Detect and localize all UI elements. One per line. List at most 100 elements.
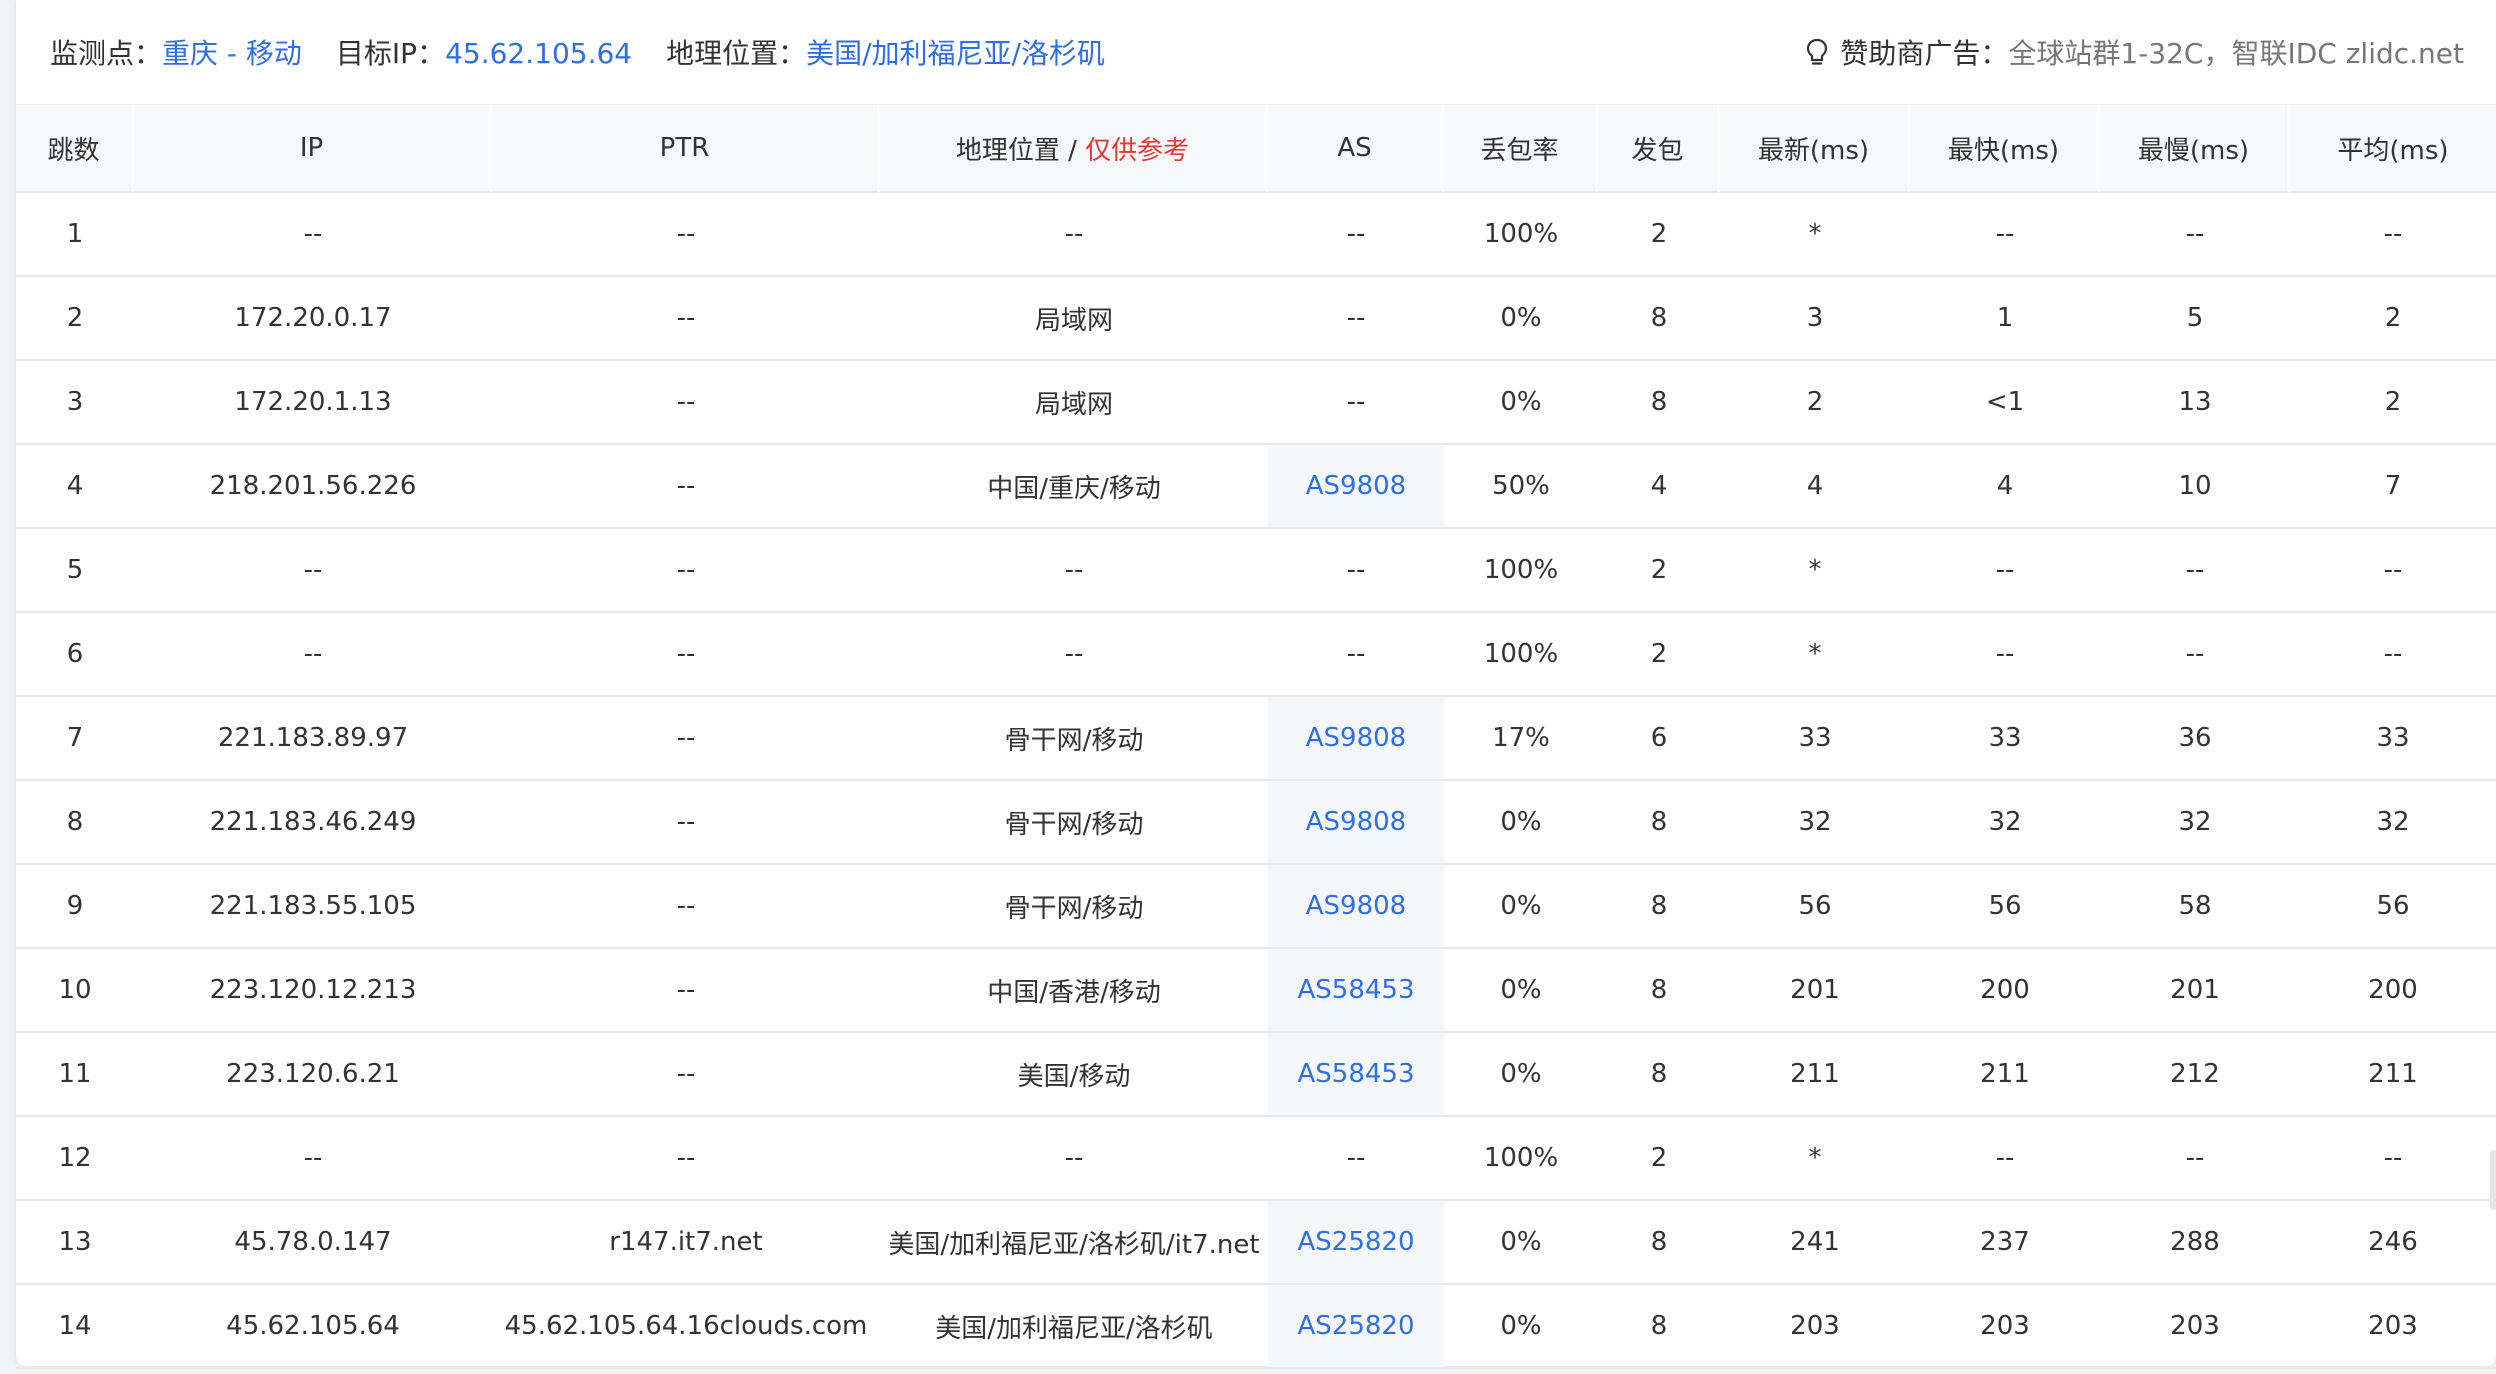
cell-geo: --	[880, 1117, 1268, 1201]
cell-ip: --	[134, 193, 492, 277]
cell-hop: 1	[16, 193, 134, 277]
cell-ptr: --	[492, 613, 880, 697]
target-geo-label: 地理位置：	[666, 37, 807, 70]
cell-last: *	[1720, 613, 1910, 697]
cell-geo: 局域网	[880, 277, 1268, 361]
cell-geo: 美国/加利福尼亚/洛杉矶/it7.net	[880, 1201, 1268, 1285]
sponsor-text[interactable]: 全球站群1-32C，智联IDC zlidc.net	[2008, 32, 2464, 72]
cell-worst: 32	[2100, 781, 2290, 865]
target-geo: 地理位置：美国/加利福尼亚/洛杉矶	[666, 32, 1105, 72]
cell-loss: 0%	[1444, 949, 1598, 1033]
cell-worst: 36	[2100, 697, 2290, 781]
traceroute-table: 跳数 IP PTR 地理位置 / 仅供参考 AS 丢包率 发包 最新(ms) 最…	[16, 104, 2496, 1369]
cell-ptr: --	[492, 949, 880, 1033]
cell-avg: --	[2290, 529, 2496, 613]
cell-worst: --	[2100, 1117, 2290, 1201]
cell-as[interactable]: AS9808	[1268, 781, 1444, 865]
cell-loss: 50%	[1444, 445, 1598, 529]
cell-last: 203	[1720, 1285, 1910, 1369]
cell-as[interactable]: AS9808	[1268, 697, 1444, 781]
cell-ip: --	[134, 529, 492, 613]
cell-as: --	[1268, 361, 1444, 445]
cell-ptr: --	[492, 781, 880, 865]
cell-best: --	[1910, 193, 2100, 277]
target-ip: 目标IP：45.62.105.64	[336, 32, 632, 72]
cell-ip: 223.120.12.213	[134, 949, 492, 1033]
cell-ptr: --	[492, 529, 880, 613]
cell-last: 2	[1720, 361, 1910, 445]
cell-hop: 6	[16, 613, 134, 697]
cell-as[interactable]: AS9808	[1268, 445, 1444, 529]
cell-best: 1	[1910, 277, 2100, 361]
cell-worst: 5	[2100, 277, 2290, 361]
table-row: 8 221.183.46.249 -- 骨干网/移动 AS9808 0% 8 32 32 32 32	[16, 781, 2496, 865]
cell-sent: 8	[1598, 1201, 1720, 1285]
cell-sent: 8	[1598, 361, 1720, 445]
target-ip-value[interactable]: 45.62.105.64	[445, 37, 632, 70]
cell-geo: 美国/加利福尼亚/洛杉矶	[880, 1285, 1268, 1369]
cell-geo: 中国/香港/移动	[880, 949, 1268, 1033]
table-row: 10 223.120.12.213 -- 中国/香港/移动 AS58453 0% 8 201 2…	[16, 949, 2496, 1033]
cell-geo: 美国/移动	[880, 1033, 1268, 1117]
table-row: 5 -- -- -- -- 100% 2 * -- -- --	[16, 529, 2496, 613]
cell-ip: 223.120.6.21	[134, 1033, 492, 1117]
table-row: 12 -- -- -- -- 100% 2 * -- -- --	[16, 1117, 2496, 1201]
cell-loss: 100%	[1444, 529, 1598, 613]
cell-as[interactable]: AS25820	[1268, 1285, 1444, 1369]
cell-geo: 骨干网/移动	[880, 865, 1268, 949]
cell-hop: 7	[16, 697, 134, 781]
cell-sent: 8	[1598, 277, 1720, 361]
cell-as: --	[1268, 193, 1444, 277]
cell-loss: 100%	[1444, 193, 1598, 277]
cell-last: 56	[1720, 865, 1910, 949]
cell-sent: 2	[1598, 193, 1720, 277]
col-header-sent: 发包	[1598, 104, 1720, 193]
cell-last: 211	[1720, 1033, 1910, 1117]
cell-as[interactable]: AS58453	[1268, 1033, 1444, 1117]
cell-worst: 201	[2100, 949, 2290, 1033]
cell-as[interactable]: AS58453	[1268, 949, 1444, 1033]
cell-ip: --	[134, 613, 492, 697]
cell-best: 211	[1910, 1033, 2100, 1117]
target-ip-label: 目标IP：	[335, 37, 446, 70]
col-header-hop: 跳数	[16, 104, 134, 193]
cell-ptr: --	[492, 1117, 880, 1201]
cell-last: 33	[1720, 697, 1910, 781]
cell-ptr: --	[492, 1033, 880, 1117]
target-geo-value[interactable]: 美国/加利福尼亚/洛杉矶	[806, 37, 1105, 70]
table-row: 6 -- -- -- -- 100% 2 * -- -- --	[16, 613, 2496, 697]
traceroute-panel: 监测点：重庆 - 移动 目标IP：45.62.105.64 地理位置：美国/加利…	[16, 0, 2496, 1369]
table-row: 2 172.20.0.17 -- 局域网 -- 0% 8 3 1 5 2	[16, 277, 2496, 361]
cell-best: 237	[1910, 1201, 2100, 1285]
cell-loss: 0%	[1444, 361, 1598, 445]
cell-sent: 8	[1598, 781, 1720, 865]
cell-worst: 10	[2100, 445, 2290, 529]
scrollbar-edge[interactable]	[2490, 1150, 2496, 1210]
col-header-as: AS	[1268, 104, 1444, 193]
col-header-worst: 最慢(ms)	[2100, 104, 2290, 193]
cell-geo: --	[880, 613, 1268, 697]
cell-avg: 56	[2290, 865, 2496, 949]
cell-loss: 0%	[1444, 1033, 1598, 1117]
cell-worst: 288	[2100, 1201, 2290, 1285]
cell-as[interactable]: AS25820	[1268, 1201, 1444, 1285]
cell-sent: 8	[1598, 1033, 1720, 1117]
monitor-point-value[interactable]: 重庆 - 移动	[162, 37, 302, 70]
cell-ptr: --	[492, 865, 880, 949]
table-row: 14 45.62.105.64 45.62.105.64.16clouds.com 美…	[16, 1285, 2496, 1369]
cell-ptr: --	[492, 445, 880, 529]
cell-as[interactable]: AS9808	[1268, 865, 1444, 949]
table-row: 1 -- -- -- -- 100% 2 * -- -- --	[16, 193, 2496, 277]
cell-loss: 0%	[1444, 277, 1598, 361]
sponsor-ad[interactable]: 赞助商广告： 全球站群1-32C，智联IDC zlidc.net	[1804, 32, 2464, 72]
cell-worst: --	[2100, 613, 2290, 697]
cell-avg: --	[2290, 613, 2496, 697]
cell-hop: 9	[16, 865, 134, 949]
cell-ip: 172.20.0.17	[134, 277, 492, 361]
cell-ip: 45.62.105.64	[134, 1285, 492, 1369]
cell-last: 4	[1720, 445, 1910, 529]
cell-best: --	[1910, 613, 2100, 697]
table-row: 9 221.183.55.105 -- 骨干网/移动 AS9808 0% 8 56 56 58 56	[16, 865, 2496, 949]
cell-ip: 221.183.46.249	[134, 781, 492, 865]
table-row: 13 45.78.0.147 r147.it7.net 美国/加利福尼亚/洛杉矶/it…	[16, 1201, 2496, 1285]
